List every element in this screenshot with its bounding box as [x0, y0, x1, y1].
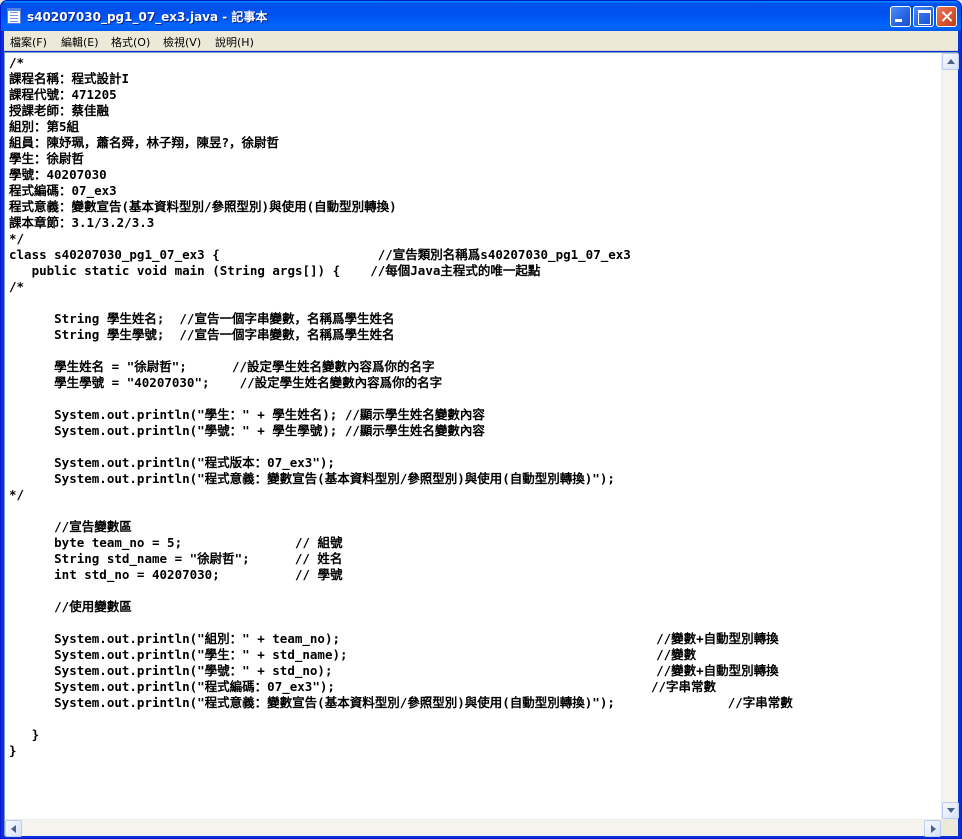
horizontal-scrollbar[interactable]	[5, 819, 941, 837]
text-editor[interactable]: /* 課程名稱：程式設計I 課程代號：471205 授課老師：蔡佳融 組別：第5組 組員：…	[5, 53, 941, 819]
menu-file[interactable]: 檔案(F)	[10, 34, 47, 50]
scroll-up-icon[interactable]	[942, 53, 959, 70]
menu-bar: 檔案(F) 編輯(E) 格式(O) 檢視(V) 說明(H)	[4, 31, 958, 51]
menu-edit[interactable]: 編輯(E)	[61, 34, 99, 50]
code-line: //使用變數區	[9, 599, 132, 614]
code-line: 課本章節：3.1/3.2/3.3	[9, 215, 155, 230]
code-line: 課程名稱：程式設計I	[9, 71, 130, 86]
code-line: /*	[9, 55, 25, 70]
code-line: 學生：徐尉哲	[9, 151, 85, 166]
code-text[interactable]: /* 課程名稱：程式設計I 課程代號：471205 授課老師：蔡佳融 組別：第5組 組員：…	[9, 55, 793, 759]
title-bar[interactable]: s40207030_pg1_07_ex3.java - 記事本	[1, 1, 961, 31]
menu-format[interactable]: 格式(O)	[111, 34, 150, 50]
code-line: String std_name = "徐尉哲"; // 姓名	[9, 551, 343, 566]
code-line: System.out.println("學生：" + std_name); //…	[9, 647, 697, 662]
code-line: 組別：第5組	[9, 119, 80, 134]
scroll-down-icon[interactable]	[942, 802, 959, 819]
notepad-icon[interactable]	[7, 8, 21, 24]
code-line: String 學生姓名; //宣告一個字串變數，名稱爲學生姓名	[9, 311, 395, 326]
code-line: int std_no = 40207030; // 學號	[9, 567, 343, 582]
code-line: */	[9, 487, 25, 502]
code-line: 組員：陳妤珮，蕭名舜，林子翔，陳昱?，徐尉哲	[9, 135, 280, 150]
code-line: 程式編碼：07_ex3	[9, 183, 117, 198]
code-line: /*	[9, 279, 25, 294]
scroll-right-icon[interactable]	[924, 820, 941, 837]
code-line: System.out.println("程式意義：變數宣告(基本資料型別/參照型…	[9, 471, 615, 486]
code-line: public static void main (String args[]) …	[9, 263, 541, 278]
text-editor-area: /* 課程名稱：程式設計I 課程代號：471205 授課老師：蔡佳融 組別：第5組 組員：…	[4, 52, 959, 837]
size-grip[interactable]	[941, 819, 958, 836]
menu-help[interactable]: 說明(H)	[215, 34, 254, 50]
vertical-scrollbar[interactable]	[941, 53, 959, 819]
code-line: 程式意義：變數宣告(基本資料型別/參照型別)與使用(自動型別轉換)	[9, 199, 397, 214]
menu-view[interactable]: 檢視(V)	[163, 34, 201, 50]
code-line: //宣告變數區	[9, 519, 132, 534]
close-button[interactable]	[936, 6, 957, 27]
code-line: }	[9, 727, 40, 742]
code-line: System.out.println("學號：" + std_no); //變數…	[9, 663, 779, 678]
code-line: System.out.println("程式編碼：07_ex3"); //字串常…	[9, 679, 717, 694]
code-line: System.out.println("學生：" + 學生姓名); //顯示學生…	[9, 407, 485, 422]
window-title: s40207030_pg1_07_ex3.java - 記事本	[27, 10, 268, 24]
notepad-window: s40207030_pg1_07_ex3.java - 記事本 檔案(F) 編輯…	[0, 0, 962, 839]
code-line: 學號：40207030	[9, 167, 107, 182]
code-line: System.out.println("程式版本：07_ex3");	[9, 455, 335, 470]
code-line: String 學生學號; //宣告一個字串變數，名稱爲學生姓名	[9, 327, 395, 342]
code-line: System.out.println("組別：" + team_no); //變…	[9, 631, 779, 646]
code-line: byte team_no = 5; // 組號	[9, 535, 343, 550]
code-line: System.out.println("學號：" + 學生學號); //顯示學生…	[9, 423, 485, 438]
code-line: 學生姓名 = "徐尉哲"; //設定學生姓名變數內容爲你的名字	[9, 359, 435, 374]
code-line: */	[9, 231, 25, 246]
code-line: System.out.println("程式意義：變數宣告(基本資料型別/參照型…	[9, 695, 793, 710]
scroll-left-icon[interactable]	[5, 820, 22, 837]
code-line: 課程代號：471205	[9, 87, 117, 102]
code-line: }	[9, 743, 17, 758]
maximize-button[interactable]	[913, 6, 934, 27]
code-line: class s40207030_pg1_07_ex3 { //宣告類別名稱爲s4…	[9, 247, 631, 262]
code-line: 學生學號 = "40207030"; //設定學生姓名變數內容爲你的名字	[9, 375, 443, 390]
minimize-button[interactable]	[890, 6, 911, 27]
code-line: 授課老師：蔡佳融	[9, 103, 110, 118]
